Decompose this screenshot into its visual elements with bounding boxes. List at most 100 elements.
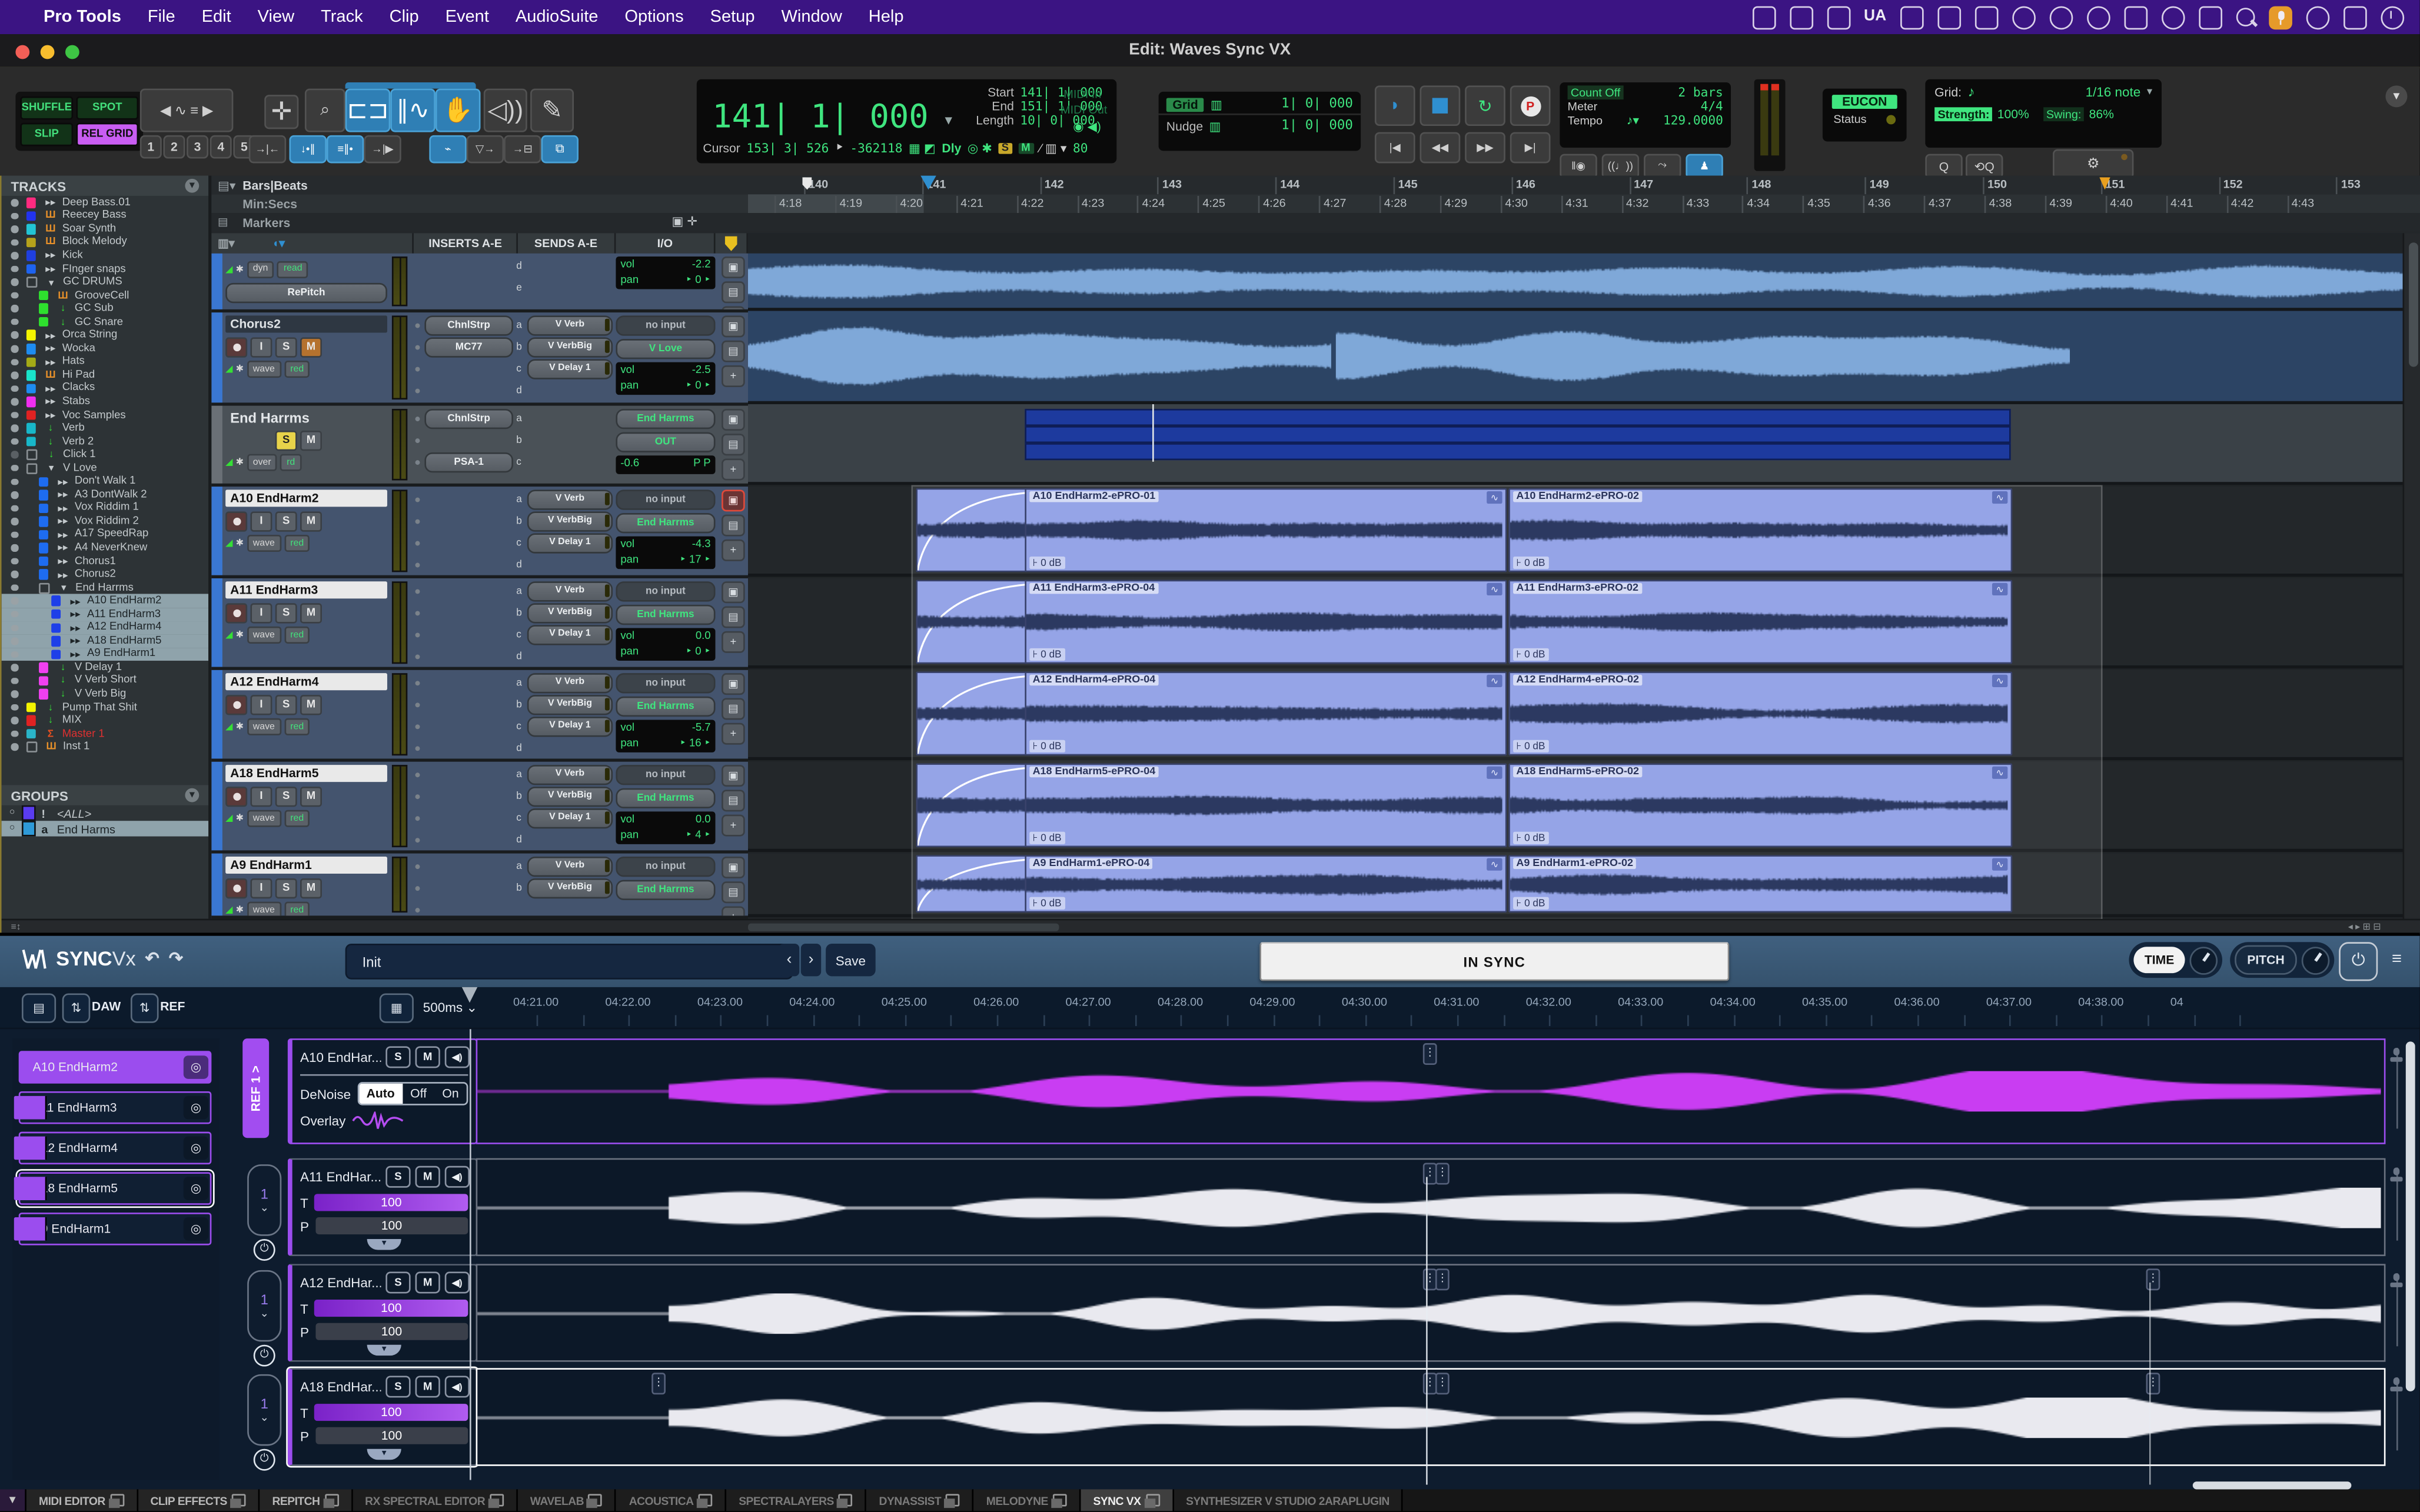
track-record-icon[interactable]: ▣ bbox=[722, 489, 745, 511]
solo-button[interactable]: S bbox=[385, 1046, 410, 1068]
sidebar-track-don-t-walk-1[interactable]: ▸▸Don't Walk 1 bbox=[2, 475, 208, 488]
denoise-option-off[interactable]: Off bbox=[403, 1084, 434, 1104]
sidebar-track-kick[interactable]: ▸▸Kick bbox=[2, 249, 208, 262]
return-to-start-button[interactable]: |◀ bbox=[1375, 132, 1415, 164]
toolbar-menu-button[interactable]: ▼ bbox=[2385, 85, 2407, 107]
sidebar-track-a10-endharm2[interactable]: ▸▸A10 EndHarm2 bbox=[2, 594, 208, 608]
plugin-list-view-icon[interactable]: ▤ bbox=[22, 994, 56, 1023]
mute-button[interactable]: M bbox=[300, 511, 322, 531]
pitch-amount-slider[interactable]: 100 bbox=[315, 1427, 468, 1444]
play-button[interactable]: ◗ bbox=[1375, 85, 1415, 126]
conductor-toggle[interactable]: ♟ bbox=[1686, 154, 1723, 179]
daw-sort-icon[interactable]: ⇅ bbox=[62, 994, 91, 1023]
sync-anchor-handle[interactable]: ⋮ bbox=[1435, 1268, 1450, 1290]
solo-button[interactable]: S bbox=[275, 337, 297, 357]
time-amount-knob[interactable] bbox=[2190, 946, 2218, 974]
track-name[interactable]: A9 EndHarm1 bbox=[225, 857, 387, 874]
sidebar-track-finger-snaps[interactable]: ▸▸FInger snaps bbox=[2, 262, 208, 276]
sync-anchor-line[interactable] bbox=[1426, 1177, 1428, 1484]
plugin-row-waveform-area[interactable]: ⋮⋮⋮⋮ bbox=[476, 1368, 2386, 1466]
menu-event[interactable]: Event bbox=[446, 8, 489, 26]
sidebar-track-master-1[interactable]: ΣMaster 1 bbox=[2, 727, 208, 741]
solo-button[interactable]: S bbox=[385, 1166, 410, 1188]
input-monitor-button[interactable]: I bbox=[250, 602, 272, 622]
meter-value[interactable]: 4/4 bbox=[1701, 99, 1723, 114]
add-lane-icon[interactable]: + bbox=[722, 723, 745, 745]
sidebar-track-stabs[interactable]: ▸▸Stabs bbox=[2, 395, 208, 409]
comments-icon[interactable]: ▤ bbox=[722, 698, 745, 720]
ref-sort-icon[interactable]: ⇅ bbox=[131, 994, 159, 1023]
sidebar-track-hats[interactable]: ▸▸Hats bbox=[2, 355, 208, 369]
sync-anchor-handle[interactable]: ⋮ bbox=[1423, 1043, 1437, 1065]
mute-button[interactable]: M bbox=[300, 430, 322, 450]
menu-setup[interactable]: Setup bbox=[710, 8, 755, 26]
cloud-icon[interactable] bbox=[2050, 5, 2073, 29]
meter-label[interactable]: Meter bbox=[1568, 99, 1598, 114]
sidebar-track-a17-speedrap[interactable]: ▸▸A17 SpeedRap bbox=[2, 528, 208, 542]
denoise-segmented-control[interactable]: AutoOffOn bbox=[357, 1082, 468, 1105]
track-name[interactable]: A10 EndHarm2 bbox=[225, 489, 387, 507]
pitch-amount-knob[interactable] bbox=[2302, 946, 2330, 974]
edit-track-row-chorus2[interactable]: Chorus2ISM◢✱waveredChnlStrpMC77aV VerbbV… bbox=[211, 312, 748, 406]
mute-button[interactable]: M bbox=[300, 694, 322, 714]
record-enable-button[interactable] bbox=[225, 694, 247, 714]
automation-red[interactable]: red bbox=[284, 810, 310, 827]
menu-options[interactable]: Options bbox=[624, 8, 683, 26]
ua-label[interactable]: UA bbox=[1864, 7, 1886, 27]
elastic-audio-icon[interactable]: ∿ bbox=[1487, 583, 1502, 595]
count-off-label[interactable]: Count Off bbox=[1568, 85, 1624, 99]
send-v-verbbig[interactable]: V VerbBig bbox=[527, 878, 613, 898]
save-preset-button[interactable]: Save bbox=[826, 944, 876, 976]
solo-button[interactable]: S bbox=[275, 786, 297, 806]
speaker-button[interactable]: ◀) bbox=[445, 1271, 470, 1293]
io-input[interactable]: no input bbox=[616, 581, 715, 601]
comments-icon[interactable]: ▤ bbox=[722, 434, 745, 455]
search-icon[interactable] bbox=[2236, 8, 2255, 26]
add-lane-icon[interactable]: + bbox=[722, 815, 745, 837]
plugin-track-a11-endharm3[interactable]: A11 EndHarm3◎ bbox=[19, 1091, 212, 1124]
solo-indicator[interactable]: S bbox=[999, 143, 1012, 154]
quantize-grid-value[interactable]: 1/16 note bbox=[2086, 84, 2141, 99]
bottom-tab-clip-effects[interactable]: CLIP EFFECTS bbox=[138, 1489, 260, 1511]
elastic-audio-icon[interactable]: ∿ bbox=[1992, 491, 2007, 504]
mute-button[interactable]: M bbox=[300, 878, 322, 898]
row-mini-fader[interactable] bbox=[2390, 1377, 2402, 1450]
display-icon[interactable] bbox=[2199, 5, 2222, 29]
sidebar-track-a12-endharm4[interactable]: ▸▸A12 EndHarm4 bbox=[2, 621, 208, 635]
groups-panel-menu-icon[interactable]: ▼ bbox=[185, 788, 199, 802]
sidebar-track-verb-2[interactable]: ↓Verb 2 bbox=[2, 435, 208, 448]
record-button[interactable]: P bbox=[1510, 85, 1551, 126]
send-v-verb[interactable]: V Verb bbox=[527, 315, 613, 335]
dots-icon[interactable] bbox=[1827, 5, 1850, 29]
trim-tool[interactable]: ⊏⊐ bbox=[345, 89, 391, 132]
clip-gain-badge[interactable]: ⊦ 0 dB bbox=[1513, 557, 1548, 569]
zoom-toggle-tool[interactable]: ✛ bbox=[264, 95, 298, 129]
plugin-horizontal-scrollbar[interactable] bbox=[2193, 1481, 2352, 1489]
io-input[interactable]: no input bbox=[616, 673, 715, 693]
io-input[interactable]: no input bbox=[616, 857, 715, 877]
solo-button[interactable]: S bbox=[275, 878, 297, 898]
automation-wave[interactable]: wave bbox=[247, 902, 281, 919]
sidebar-track-v-verb-big[interactable]: ↓V Verb Big bbox=[2, 688, 208, 701]
sidebar-track-deep-bass-01[interactable]: ▸▸Deep Bass.01 bbox=[2, 196, 208, 209]
edit-horizontal-scrollbar[interactable] bbox=[748, 924, 1059, 931]
send-v-verb[interactable]: V Verb bbox=[527, 672, 613, 692]
mic-icon[interactable] bbox=[2269, 5, 2292, 29]
time-amount-slider[interactable]: 100 bbox=[314, 1194, 468, 1211]
volume-pan-display[interactable]: vol0.0pan‣ 4 ‣ bbox=[616, 811, 715, 844]
automation-icon[interactable] bbox=[1752, 5, 1776, 29]
record-enable-button[interactable] bbox=[225, 786, 247, 806]
clip-gain-badge[interactable]: ⊦ 0 dB bbox=[1029, 740, 1065, 752]
plugin-row-waveform-area[interactable]: ⋮ bbox=[476, 1038, 2386, 1144]
audio-clip[interactable]: A18 EndHarm5-ePRO-04⊦ 0 dB∿ bbox=[1025, 763, 1507, 847]
track-record-icon[interactable]: ▣ bbox=[722, 257, 745, 278]
clip-gain-badge[interactable]: ⊦ 0 dB bbox=[1029, 648, 1065, 661]
sidebar-track-v-love[interactable]: ▾V Love bbox=[2, 462, 208, 475]
shuffle-mode-button[interactable]: SHUFFLE bbox=[20, 96, 73, 120]
overlay-waveform-icon[interactable] bbox=[352, 1111, 405, 1130]
clip-gain-badge[interactable]: ⊦ 0 dB bbox=[1029, 557, 1065, 569]
automation-read[interactable]: read bbox=[277, 261, 308, 278]
io-output[interactable]: End Harrms bbox=[616, 605, 715, 625]
zoom-controls[interactable]: ◀ ∿ ≡ ▶ bbox=[140, 89, 234, 132]
sidebar-track-block-melody[interactable]: ШBlock Melody bbox=[2, 236, 208, 249]
